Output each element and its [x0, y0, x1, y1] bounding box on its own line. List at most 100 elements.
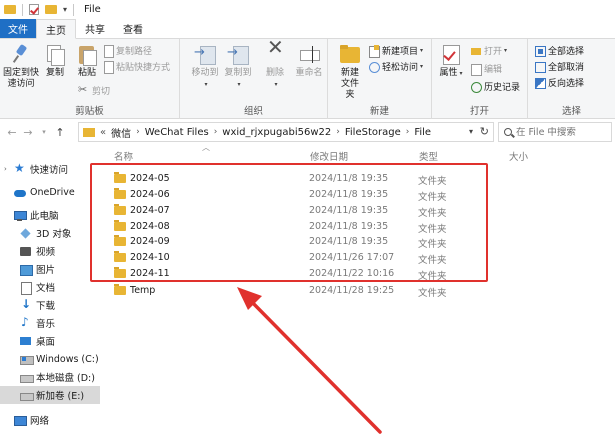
breadcrumb-separator[interactable]: › [406, 127, 410, 137]
sidebar-item-videos[interactable]: 视频 [0, 242, 100, 260]
cut-button[interactable]: 剪切 [78, 83, 110, 97]
copy-to-button[interactable]: 复制到▾ [222, 43, 254, 90]
breadcrumb-separator[interactable]: › [336, 127, 340, 137]
customize-quick-access-chevron-icon[interactable]: ▾ [63, 5, 67, 14]
sidebar-item-drive-d[interactable]: 本地磁盘 (D:) [0, 368, 100, 386]
file-row[interactable]: Temp 2024/11/28 19:25 文件夹 [100, 283, 615, 299]
properties-label: 属性 ▾ [439, 68, 463, 78]
annotation-highlight-box [90, 163, 488, 282]
new-group-label: 新建 [369, 106, 389, 117]
rename-icon [298, 43, 320, 65]
new-folder-button[interactable]: 新建文件夹 [332, 43, 368, 101]
new-item-button[interactable]: 新建项目 ▾ [368, 43, 423, 58]
tab-home[interactable]: 主页 [36, 19, 76, 39]
sidebar-item-drive-e[interactable]: 新加卷 (E:) [0, 386, 100, 404]
open-label: 打开 [484, 46, 503, 57]
copy-button[interactable]: 复制 [42, 43, 68, 79]
open-group-label: 打开 [469, 106, 489, 117]
sidebar-item-desktop[interactable]: 桌面 [0, 332, 100, 350]
title-bar: ▾ File [0, 0, 615, 19]
sidebar-item-drive-c[interactable]: Windows (C:) [0, 350, 100, 368]
invert-selection-icon [534, 77, 546, 89]
properties-quick-icon[interactable] [29, 4, 39, 15]
copy-to-icon [227, 43, 249, 65]
refresh-icon[interactable]: ↻ [480, 125, 489, 138]
select-all-label: 全部选择 [548, 46, 585, 57]
search-box[interactable] [498, 122, 612, 142]
move-to-button[interactable]: 移动到▾ [190, 43, 220, 90]
tab-share[interactable]: 共享 [76, 19, 114, 38]
move-to-icon [194, 43, 216, 65]
sidebar-item-downloads[interactable]: 下载 [0, 296, 100, 314]
select-none-icon [534, 61, 546, 73]
windows-drive-icon [20, 354, 34, 365]
breadcrumb-file[interactable]: File [414, 127, 431, 138]
organize-group: 移动到▾ 复制到▾ 删除▾ 重命名 组织 [180, 39, 328, 119]
column-header-type[interactable]: 类型 [419, 149, 438, 163]
paste-icon [76, 43, 98, 66]
breadcrumb-wxid[interactable]: wxid_rjxpugabi56w22 [222, 127, 331, 138]
pin-icon [10, 43, 32, 65]
up-arrow-icon[interactable]: ↑ [52, 126, 68, 139]
expand-chevron-icon[interactable]: › [4, 165, 7, 173]
new-folder-quick-icon[interactable] [45, 5, 57, 14]
paste-button[interactable]: 粘贴 [74, 43, 100, 79]
history-button[interactable]: 历史记录 [470, 79, 520, 93]
ribbon: 固定到快速访问 复制 粘贴 复制路径 粘贴快捷方式 剪切 剪贴板 移动到▾ [0, 39, 615, 119]
picture-icon [20, 264, 33, 276]
select-all-button[interactable]: 全部选择 [534, 43, 584, 57]
column-header-name[interactable]: 名称 [114, 149, 133, 163]
sidebar-item-network[interactable]: 网络 [0, 411, 100, 429]
copy-path-button[interactable]: 复制路径 [102, 43, 152, 58]
sidebar-item-pictures[interactable]: 图片 [0, 260, 100, 278]
properties-button[interactable]: 属性 ▾ [436, 43, 466, 79]
sidebar-item-quick-access[interactable]: › 快速访问 [0, 160, 100, 178]
sidebar-item-3d-objects[interactable]: 3D 对象 [0, 224, 100, 242]
paste-shortcut-button[interactable]: 粘贴快捷方式 [102, 59, 170, 74]
delete-icon [264, 42, 286, 65]
clipboard-group: 固定到快速访问 复制 粘贴 复制路径 粘贴快捷方式 剪切 剪贴板 [0, 39, 180, 119]
history-icon [470, 81, 482, 93]
tab-file[interactable]: 文件 [0, 19, 36, 38]
breadcrumb-separator[interactable]: › [136, 127, 140, 137]
recent-chevron-icon[interactable]: ▾ [36, 128, 52, 136]
ribbon-tabs: 文件 主页 共享 查看 [0, 19, 615, 39]
sidebar-item-this-pc[interactable]: 此电脑 [0, 206, 100, 224]
breadcrumb-filestorage[interactable]: FileStorage [345, 127, 401, 138]
back-arrow-icon[interactable]: ← [4, 126, 20, 139]
navigation-pane: › 快速访问 OneDrive 此电脑 3D 对象 视频 图片 文档 下载 音乐… [0, 148, 100, 440]
cut-label: 剪切 [92, 86, 111, 97]
search-input[interactable] [516, 126, 606, 138]
sidebar-item-onedrive[interactable]: OneDrive [0, 183, 100, 201]
sort-chevron-up-icon: ︿ [202, 143, 210, 152]
forward-arrow-icon[interactable]: → [20, 126, 36, 139]
invert-selection-button[interactable]: 反向选择 [534, 75, 584, 89]
address-history-chevron-icon[interactable]: ▾ [469, 127, 473, 136]
cloud-icon [14, 187, 26, 198]
overflow-crumb[interactable]: « [100, 127, 106, 138]
new-folder-label: 新建文件夹 [340, 68, 359, 100]
breadcrumb-separator[interactable]: › [214, 127, 218, 137]
paste-shortcut-icon [102, 60, 114, 74]
select-none-button[interactable]: 全部取消 [534, 59, 584, 73]
column-header-size[interactable]: 大小 [509, 149, 528, 163]
sidebar-item-music[interactable]: 音乐 [0, 314, 100, 332]
edit-button[interactable]: 编辑 [470, 61, 502, 76]
select-all-icon [534, 45, 546, 57]
sidebar-item-label: 视频 [36, 247, 56, 258]
organize-group-label: 组织 [243, 106, 263, 117]
tab-view[interactable]: 查看 [114, 19, 152, 38]
column-header-date[interactable]: 修改日期 [310, 149, 348, 163]
delete-button[interactable]: 删除▾ [264, 42, 286, 90]
breadcrumb-wechat-files[interactable]: WeChat Files [145, 127, 209, 138]
rename-button[interactable]: 重命名 [294, 43, 324, 79]
breadcrumb-wechat[interactable]: 微信 [111, 125, 131, 140]
sidebar-item-documents[interactable]: 文档 [0, 278, 100, 296]
delete-label: 删除▾ [265, 68, 284, 88]
open-button[interactable]: 打开 ▾ [470, 43, 507, 57]
pin-quick-access-button[interactable]: 固定到快速访问 [2, 43, 40, 90]
edit-icon [470, 63, 482, 76]
copy-label: 复制 [45, 68, 64, 78]
easy-access-button[interactable]: 轻松访问 ▾ [368, 59, 423, 73]
address-bar[interactable]: « 微信 › WeChat Files › wxid_rjxpugabi56w2… [78, 122, 494, 142]
